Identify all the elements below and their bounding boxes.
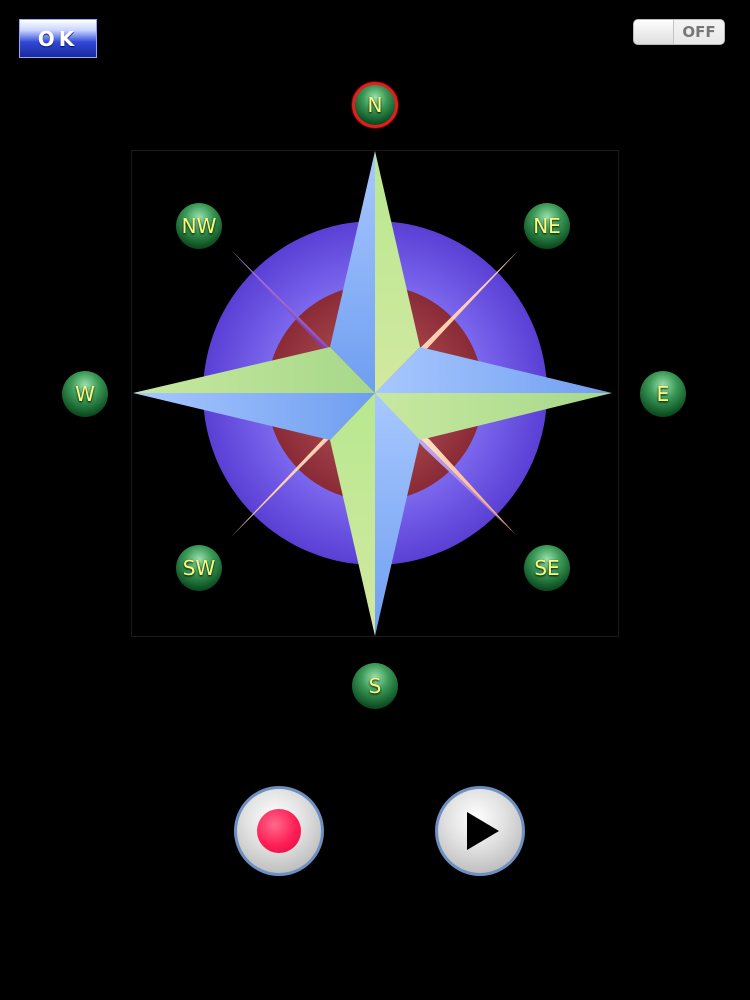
direction-nw-label: NW	[181, 214, 217, 238]
direction-sw-button[interactable]: SW	[176, 545, 222, 591]
direction-e-button[interactable]: E	[640, 371, 686, 417]
direction-ne-button[interactable]: NE	[524, 203, 570, 249]
direction-w-button[interactable]: W	[62, 371, 108, 417]
direction-se-label: SE	[534, 556, 560, 580]
play-icon	[467, 812, 499, 850]
direction-s-label: S	[368, 674, 382, 698]
compass-rose-graphic	[133, 151, 612, 636]
direction-n-button[interactable]: N	[352, 82, 398, 128]
record-button[interactable]	[234, 786, 324, 876]
direction-se-button[interactable]: SE	[524, 545, 570, 591]
direction-sw-label: SW	[182, 556, 216, 580]
record-icon	[257, 809, 301, 853]
direction-ne-label: NE	[533, 214, 561, 238]
direction-w-label: W	[75, 382, 95, 406]
direction-nw-button[interactable]: NW	[176, 203, 222, 249]
direction-s-button[interactable]: S	[352, 663, 398, 709]
direction-e-label: E	[656, 382, 670, 406]
direction-n-label: N	[367, 93, 383, 117]
play-button[interactable]	[435, 786, 525, 876]
